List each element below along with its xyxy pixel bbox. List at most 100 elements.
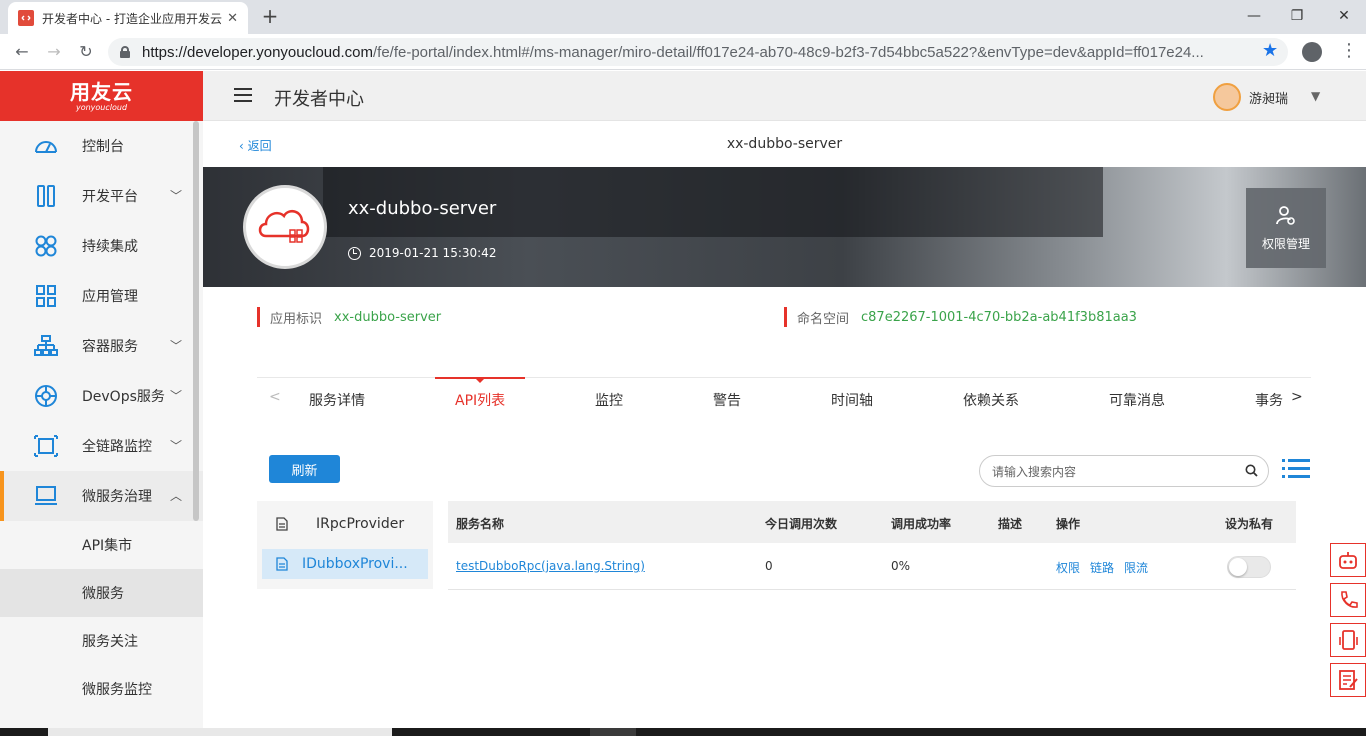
sidebar-subitem-microservice[interactable]: 微服务 bbox=[0, 569, 203, 617]
sidebar-item-label: DevOps服务 bbox=[82, 389, 165, 405]
sidebar-subitem-service-follow[interactable]: 服务关注 bbox=[0, 617, 203, 665]
success-rate-value: 0% bbox=[891, 559, 911, 573]
permission-management-button[interactable]: 权限管理 bbox=[1246, 188, 1326, 268]
col-today-calls: 今日调用次数 bbox=[765, 517, 838, 531]
laptop-icon bbox=[35, 486, 57, 505]
tabs-scroll-left-icon[interactable]: < bbox=[269, 389, 281, 405]
yonyoucloud-logo[interactable]: 用友云 yonyoucloud bbox=[0, 71, 203, 121]
browser-profile-icon[interactable] bbox=[1302, 42, 1322, 62]
op-trace-link[interactable]: 链路 bbox=[1090, 559, 1114, 576]
window-close-icon[interactable]: ✕ bbox=[1332, 4, 1356, 28]
dashboard-icon bbox=[35, 141, 57, 153]
sidebar-item-app-management[interactable]: 应用管理 bbox=[0, 271, 203, 321]
tab-monitor[interactable]: 监控 bbox=[595, 390, 623, 410]
service-name-link[interactable]: testDubboRpc(java.lang.String) bbox=[456, 559, 645, 573]
table-header: 服务名称 今日调用次数 调用成功率 描述 操作 设为私有 bbox=[448, 501, 1296, 543]
op-ratelimit-link[interactable]: 限流 bbox=[1124, 559, 1148, 576]
provider-list: IRpcProvider IDubboxProvi... bbox=[257, 501, 433, 589]
sidebar-scrollbar[interactable] bbox=[193, 121, 199, 521]
url-field[interactable]: https://developer.yonyoucloud.com/fe/fe-… bbox=[108, 38, 1288, 66]
chevron-down-icon: ﹀ bbox=[170, 389, 183, 403]
page-title: xx-dubbo-server bbox=[726, 136, 843, 152]
sidebar-item-label: 开发平台 bbox=[82, 189, 138, 205]
tab-api-list[interactable]: API列表 bbox=[455, 390, 505, 410]
hamburger-menu-icon[interactable] bbox=[234, 88, 252, 102]
back-link[interactable]: ‹ 返回 bbox=[239, 137, 272, 154]
reload-icon[interactable]: ↻ bbox=[74, 40, 98, 64]
address-bar: ← → ↻ https://developer.yonyoucloud.com/… bbox=[0, 34, 1366, 70]
sidebar-item-fulllink-monitor[interactable]: 全链路监控 ﹀ bbox=[0, 421, 203, 471]
edit-note-icon bbox=[1339, 670, 1358, 690]
list-view-icon[interactable] bbox=[1282, 457, 1310, 481]
robot-assistant-button[interactable] bbox=[1330, 543, 1366, 577]
provider-label: IDubboxProvi... bbox=[302, 556, 408, 572]
search-placeholder: 请输入搜索内容 bbox=[992, 464, 1077, 479]
tab-reliable-message[interactable]: 可靠消息 bbox=[1109, 390, 1165, 410]
provider-item[interactable]: IDubboxProvi... bbox=[262, 549, 428, 579]
sidebar-item-label: 全链路监控 bbox=[82, 439, 152, 455]
back-label: 返回 bbox=[247, 139, 272, 153]
app-banner: xx-dubbo-server 2019-01-21 15:30:42 权限管理 bbox=[203, 167, 1366, 287]
tab-transaction[interactable]: 事务 bbox=[1255, 390, 1283, 410]
main-content: xx-dubbo-server ‹ 返回 xx-dubbo-server 201… bbox=[203, 121, 1366, 728]
forward-nav-icon[interactable]: → bbox=[42, 40, 66, 64]
sidebar-subitem-api-market[interactable]: API集市 bbox=[0, 521, 203, 569]
minimize-icon[interactable]: — bbox=[1242, 4, 1266, 28]
back-nav-icon[interactable]: ← bbox=[10, 40, 34, 64]
robot-icon bbox=[1339, 552, 1357, 569]
phone-icon bbox=[1341, 591, 1358, 608]
sidebar-item-ci[interactable]: 持续集成 bbox=[0, 221, 203, 271]
username[interactable]: 游昶瑞 bbox=[1249, 88, 1288, 107]
mobile-button[interactable] bbox=[1330, 623, 1366, 657]
search-input[interactable]: 请输入搜索内容 bbox=[979, 455, 1269, 487]
browser-menu-icon[interactable]: ⋮ bbox=[1340, 40, 1358, 61]
refresh-button[interactable]: 刷新 bbox=[269, 455, 340, 483]
sidebar-item-microservice-governance[interactable]: 微服务治理 ︿ bbox=[0, 471, 203, 521]
devops-icon bbox=[35, 385, 57, 407]
sidebar-item-devops[interactable]: DevOps服务 ﹀ bbox=[0, 371, 203, 421]
banner-app-name: xx-dubbo-server bbox=[348, 198, 497, 219]
sidebar-item-dev-platform[interactable]: 开发平台 ﹀ bbox=[0, 171, 203, 221]
new-tab-icon[interactable]: + bbox=[260, 6, 280, 26]
lock-icon bbox=[120, 46, 130, 58]
tab-service-detail[interactable]: 服务详情 bbox=[309, 390, 365, 410]
bookmark-star-icon[interactable]: ★ bbox=[1262, 40, 1278, 61]
clock-icon bbox=[348, 246, 361, 260]
sidebar-item-console[interactable]: 控制台 bbox=[0, 121, 203, 171]
maximize-icon[interactable]: ❐ bbox=[1285, 4, 1309, 28]
app-id-row: 应用标识 xx-dubbo-server bbox=[257, 307, 441, 327]
phone-contact-button[interactable] bbox=[1330, 583, 1366, 617]
cloud-app-icon bbox=[258, 209, 310, 243]
chevron-left-icon: ‹ bbox=[239, 139, 248, 153]
sidebar-item-label: 控制台 bbox=[82, 139, 124, 155]
tab-dependencies[interactable]: 依赖关系 bbox=[963, 390, 1019, 410]
today-calls-value: 0 bbox=[765, 559, 773, 573]
col-set-private: 设为私有 bbox=[1225, 517, 1274, 531]
created-time: 2019-01-21 15:30:42 bbox=[369, 246, 497, 260]
provider-item[interactable]: IRpcProvider bbox=[262, 509, 428, 539]
document-icon bbox=[276, 557, 288, 571]
sidebar-item-container[interactable]: 容器服务 ﹀ bbox=[0, 321, 203, 371]
api-table: 服务名称 今日调用次数 调用成功率 描述 操作 设为私有 testDubboRp… bbox=[448, 501, 1296, 590]
tabs-scroll-right-icon[interactable]: > bbox=[1291, 389, 1303, 405]
app-logo bbox=[243, 185, 327, 269]
col-operations: 操作 bbox=[1056, 517, 1081, 531]
op-permission-link[interactable]: 权限 bbox=[1056, 559, 1080, 576]
namespace-label: 命名空间 bbox=[797, 311, 850, 327]
feedback-button[interactable] bbox=[1330, 663, 1366, 697]
browser-tab[interactable]: 开发者中心 - 打造企业应用开发云 ✕ bbox=[8, 2, 248, 34]
sidebar-item-label: 应用管理 bbox=[82, 289, 138, 305]
search-icon[interactable] bbox=[1245, 464, 1258, 477]
caret-down-icon[interactable]: ▼ bbox=[1311, 89, 1320, 103]
provider-label: IRpcProvider bbox=[316, 516, 405, 532]
private-toggle[interactable] bbox=[1227, 556, 1271, 578]
avatar[interactable] bbox=[1213, 83, 1241, 111]
user-settings-icon bbox=[1276, 205, 1295, 225]
tab-close-icon[interactable]: ✕ bbox=[227, 11, 238, 26]
tab-title: 开发者中心 - 打造企业应用开发云 bbox=[42, 11, 222, 26]
detail-tabs: < 服务详情 API列表 监控 警告 时间轴 依赖关系 可靠消息 事务 > bbox=[257, 377, 1311, 413]
sidebar-item-label: 容器服务 bbox=[82, 339, 138, 355]
sidebar-subitem-microservice-monitor[interactable]: 微服务监控 bbox=[0, 665, 203, 713]
tab-warning[interactable]: 警告 bbox=[713, 390, 741, 410]
tab-timeline[interactable]: 时间轴 bbox=[831, 390, 873, 410]
